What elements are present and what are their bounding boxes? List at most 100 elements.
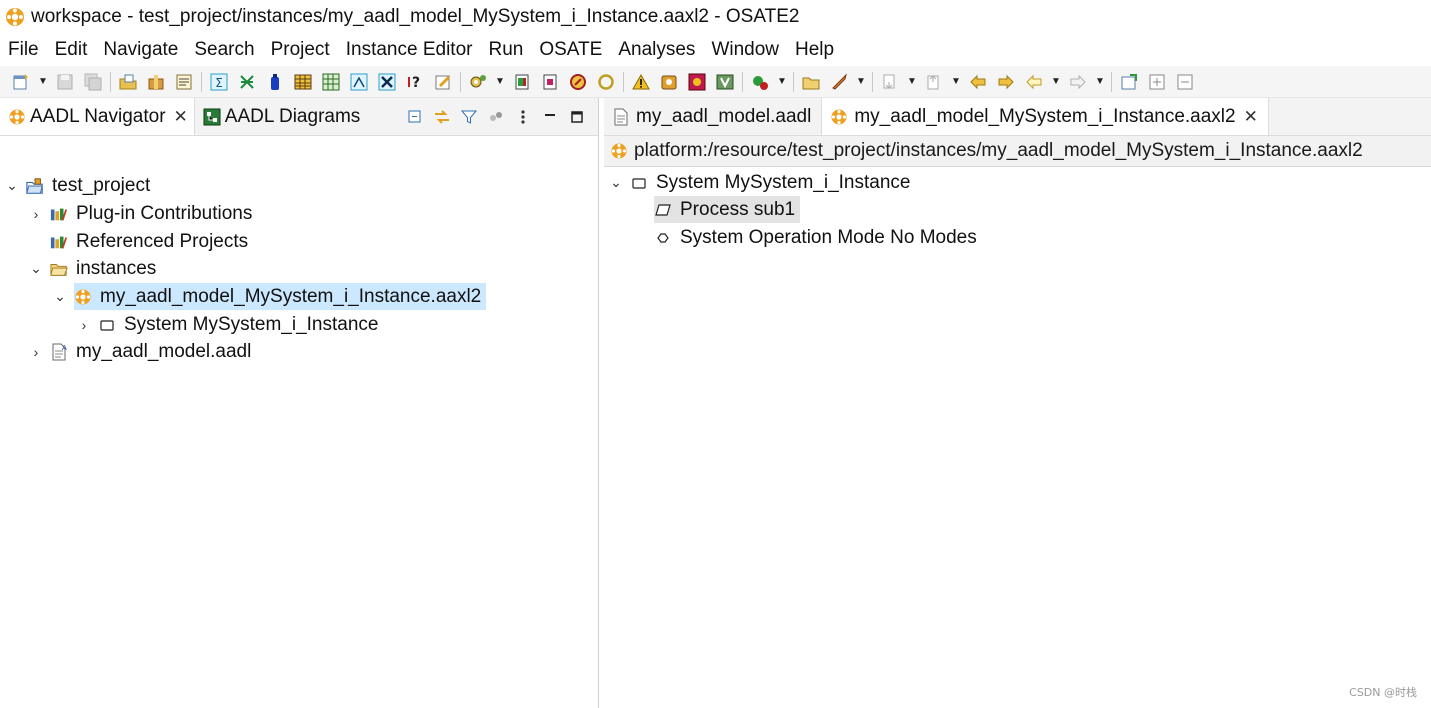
- maximize-icon[interactable]: [566, 106, 588, 128]
- restore-icon[interactable]: [1174, 71, 1195, 92]
- rocket-icon[interactable]: [828, 71, 849, 92]
- tab-aadl-diagrams-label: AADL Diagrams: [224, 105, 361, 127]
- project-folder-icon: [26, 177, 44, 195]
- menu-run[interactable]: Run: [480, 39, 531, 61]
- hourglass-icon[interactable]: [376, 71, 397, 92]
- menu-search[interactable]: Search: [186, 39, 262, 61]
- tree-item-instances[interactable]: ⌄ instances: [28, 255, 161, 282]
- tab-instance-file[interactable]: my_aadl_model_MySystem_i_Instance.aaxl2 …: [821, 98, 1269, 135]
- tree-item-aadl-file[interactable]: › A my_aadl_model.aadl: [28, 338, 256, 365]
- resource-uri[interactable]: platform:/resource/test_project/instance…: [634, 140, 1363, 162]
- back-dropdown-icon[interactable]: ▼: [1051, 76, 1061, 87]
- menu-file[interactable]: File: [0, 39, 47, 61]
- tab-aadl-diagrams[interactable]: AADL Diagrams: [195, 98, 367, 135]
- filter-icon[interactable]: [458, 106, 480, 128]
- forward-dropdown-icon[interactable]: ▼: [1095, 76, 1105, 87]
- cog-icon[interactable]: [467, 71, 488, 92]
- help-question-icon[interactable]: ?: [404, 71, 425, 92]
- minimize-icon[interactable]: [539, 106, 561, 128]
- shield-icon[interactable]: [714, 71, 735, 92]
- chevron-down-icon[interactable]: ⌄: [28, 260, 44, 277]
- ring-icon[interactable]: [595, 71, 616, 92]
- prev-annotation-dropdown-icon[interactable]: ▼: [951, 76, 961, 87]
- menu-project[interactable]: Project: [263, 39, 338, 61]
- tree-item-system-instance[interactable]: ⌄ System MySystem_i_Instance: [608, 169, 915, 196]
- tab-aadl-file-label: my_aadl_model.aadl: [636, 105, 812, 127]
- maximize-icon[interactable]: [1146, 71, 1167, 92]
- tree-item-referenced-projects[interactable]: Referenced Projects: [50, 228, 253, 255]
- tree-label: my_aadl_model.aadl: [76, 340, 252, 362]
- next-annotation-icon[interactable]: [879, 71, 900, 92]
- sigma-icon[interactable]: Σ: [208, 71, 229, 92]
- image-icon[interactable]: [348, 71, 369, 92]
- tree-item-instance-file[interactable]: ⌄ my_aadl_model_MySystem_i_Instance.aaxl…: [52, 283, 487, 310]
- chevron-down-icon[interactable]: ⌄: [4, 177, 20, 194]
- menu-edit[interactable]: Edit: [47, 39, 96, 61]
- toolbar-separator: [460, 71, 461, 92]
- edit-icon[interactable]: [432, 71, 453, 92]
- next-annotation-dropdown-icon[interactable]: ▼: [907, 76, 917, 87]
- tree-label: System MySystem_i_Instance: [656, 171, 911, 193]
- toolbar-separator: [110, 71, 111, 92]
- view-menu-icon[interactable]: [512, 106, 534, 128]
- warning-icon[interactable]: [630, 71, 651, 92]
- tree-label: instances: [76, 257, 157, 279]
- grid-icon[interactable]: [320, 71, 341, 92]
- save-icon[interactable]: [54, 71, 75, 92]
- table-icon[interactable]: [292, 71, 313, 92]
- back-edit-icon[interactable]: [967, 71, 988, 92]
- menu-bar: File Edit Navigate Search Project Instan…: [0, 36, 1431, 64]
- folder-icon[interactable]: [800, 71, 821, 92]
- bug-icon[interactable]: [749, 71, 770, 92]
- graph-icon[interactable]: [236, 71, 257, 92]
- run-icon[interactable]: [511, 71, 532, 92]
- tree-item-system-instance[interactable]: › System MySystem_i_Instance: [76, 311, 383, 338]
- open-aadl-icon[interactable]: [117, 71, 138, 92]
- tree-item-plugin-contributions[interactable]: › Plug-in Contributions: [28, 200, 257, 227]
- forward-edit-icon[interactable]: [995, 71, 1016, 92]
- system-icon: [630, 174, 648, 192]
- toolbar-separator: [201, 71, 202, 92]
- package-icon[interactable]: [145, 71, 166, 92]
- tree-label: Plug-in Contributions: [76, 202, 253, 224]
- bug-dropdown-icon[interactable]: ▼: [777, 76, 787, 87]
- pin-icon[interactable]: [1118, 71, 1139, 92]
- chevron-down-icon[interactable]: ⌄: [608, 174, 624, 191]
- tree-item-test-project[interactable]: ⌄ test_project: [4, 172, 155, 199]
- doc-icon[interactable]: [539, 71, 560, 92]
- new-dropdown-icon[interactable]: ▼: [38, 76, 48, 87]
- properties-icon[interactable]: [173, 71, 194, 92]
- dots-icon[interactable]: [485, 106, 507, 128]
- forward-icon[interactable]: [1067, 71, 1088, 92]
- tree-item-process-sub1[interactable]: Process sub1: [654, 196, 801, 223]
- tree-item-operation-mode[interactable]: System Operation Mode No Modes: [654, 224, 982, 251]
- rocket-dropdown-icon[interactable]: ▼: [856, 76, 866, 87]
- run-dropdown-icon[interactable]: ▼: [495, 76, 505, 87]
- puzzle-icon[interactable]: [686, 71, 707, 92]
- tab-aadl-navigator[interactable]: AADL Navigator ✕: [0, 98, 195, 135]
- archive-icon[interactable]: [658, 71, 679, 92]
- menu-osate[interactable]: OSATE: [531, 39, 610, 61]
- tab-aadl-file[interactable]: my_aadl_model.aadl: [604, 98, 821, 135]
- link-editor-icon[interactable]: [431, 106, 453, 128]
- collapse-all-icon[interactable]: [404, 106, 426, 128]
- close-icon[interactable]: ✕: [174, 107, 188, 127]
- menu-analyses[interactable]: Analyses: [610, 39, 703, 61]
- menu-help[interactable]: Help: [787, 39, 842, 61]
- back-icon[interactable]: [1023, 71, 1044, 92]
- chevron-down-icon[interactable]: ⌄: [52, 288, 68, 305]
- chevron-right-icon[interactable]: ›: [28, 344, 44, 360]
- chevron-right-icon[interactable]: ›: [76, 317, 92, 333]
- save-all-icon[interactable]: [82, 71, 103, 92]
- new-icon[interactable]: [10, 71, 31, 92]
- menu-navigate[interactable]: Navigate: [95, 39, 186, 61]
- flag-icon[interactable]: [567, 71, 588, 92]
- aadl-navigator-view: AADL Navigator ✕ AADL Diagrams ⌄ test_pr…: [0, 98, 599, 708]
- menu-window[interactable]: Window: [703, 39, 787, 61]
- bottle-icon[interactable]: [264, 71, 285, 92]
- chevron-right-icon[interactable]: ›: [28, 206, 44, 222]
- menu-instance-editor[interactable]: Instance Editor: [338, 39, 481, 61]
- aadl-diagrams-icon: [203, 108, 221, 126]
- prev-annotation-icon[interactable]: [923, 71, 944, 92]
- close-icon[interactable]: ✕: [1244, 107, 1258, 127]
